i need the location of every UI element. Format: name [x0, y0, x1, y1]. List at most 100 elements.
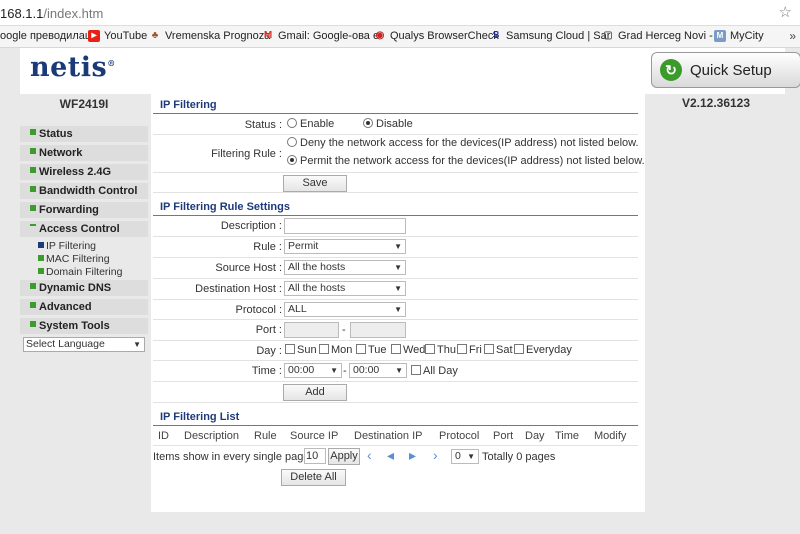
- checkbox-icon: [391, 344, 401, 355]
- bookmark-google-translate[interactable]: oogle преводилац: [0, 30, 91, 42]
- page-select[interactable]: 0 ▼: [451, 449, 479, 464]
- menu-label: Network: [39, 147, 83, 159]
- quick-setup-button[interactable]: ↻ Quick Setup: [651, 52, 800, 88]
- column-header-protocol: Protocol: [439, 430, 480, 442]
- select-value: 0: [455, 450, 461, 462]
- protocol-select[interactable]: ALL ▼: [284, 302, 406, 317]
- column-header-port: Port: [493, 430, 514, 442]
- list-header-row: ID Description Rule Source IP Destinatio…: [153, 426, 638, 446]
- bookmark-label: MyCity: [730, 30, 764, 42]
- bookmark-samsung[interactable]: S Samsung Cloud | Sar: [490, 30, 611, 42]
- address-bar[interactable]: 168.1.1/index.htm ☆: [0, 0, 800, 26]
- checkbox-label: Mon: [331, 344, 353, 356]
- bookmark-mycity[interactable]: M MyCity: [714, 30, 764, 42]
- menu-label: Bandwidth Control: [39, 185, 138, 197]
- select-value: ALL: [288, 303, 307, 315]
- column-header-id: ID: [158, 430, 169, 442]
- youtube-icon: ▸: [88, 30, 100, 42]
- url-text[interactable]: 168.1.1/index.htm: [0, 6, 103, 21]
- sidebar-item-advanced[interactable]: Advanced: [20, 299, 148, 315]
- bookmark-youtube[interactable]: ▸ YouTube: [88, 30, 147, 42]
- sidebar-item-bandwidth-control[interactable]: Bandwidth Control: [20, 183, 148, 199]
- column-header-description: Description: [184, 430, 240, 442]
- destination-host-select[interactable]: All the hosts ▼: [284, 281, 406, 296]
- port-end-input[interactable]: [350, 322, 406, 338]
- checkbox-icon: [356, 344, 366, 355]
- checkbox-icon: [285, 344, 295, 355]
- bookmark-qualys[interactable]: ◉ Qualys BrowserCheck: [374, 30, 499, 42]
- add-button[interactable]: Add: [283, 384, 347, 401]
- next-page-icon[interactable]: ▸: [409, 447, 416, 464]
- port-start-input[interactable]: [284, 322, 339, 338]
- sidebar-item-network[interactable]: Network: [20, 145, 148, 161]
- samsung-icon: S: [492, 30, 500, 41]
- language-select[interactable]: Select Language ▼: [23, 337, 145, 352]
- protocol-row: Protocol : ALL ▼: [153, 300, 638, 320]
- status-disable-radio[interactable]: Disable: [363, 118, 413, 130]
- checkbox-icon: [411, 365, 421, 376]
- checkbox-icon: [319, 344, 329, 355]
- sidebar-item-domain-filtering[interactable]: Domain Filtering: [38, 266, 122, 279]
- day-thu-checkbox[interactable]: Thu: [425, 344, 456, 356]
- sidebar-item-wireless[interactable]: Wireless 2.4G: [20, 164, 148, 180]
- day-row: Day : Sun Mon Tue Wed Thu Fri Sat Everyd…: [153, 341, 638, 361]
- day-fri-checkbox[interactable]: Fri: [457, 344, 482, 356]
- logo-text: netis: [30, 52, 108, 83]
- time-separator: -: [343, 365, 347, 377]
- protocol-label: Protocol :: [235, 304, 282, 316]
- page-icon: ▢: [603, 30, 613, 41]
- sidebar-item-dynamic-dns[interactable]: Dynamic DNS: [20, 280, 148, 296]
- first-page-icon[interactable]: ‹: [367, 447, 372, 463]
- menu-label: Domain Filtering: [46, 266, 123, 278]
- bookmark-gmail[interactable]: M Gmail: Google-ова е: [262, 30, 379, 42]
- bookmark-label: oogle преводилац: [0, 30, 92, 42]
- time-from-select[interactable]: 00:00 ▼: [284, 363, 342, 378]
- sidebar-item-forwarding[interactable]: Forwarding: [20, 202, 148, 218]
- bullet-icon: [30, 167, 36, 174]
- sidebar-item-ip-filtering[interactable]: IP Filtering: [38, 240, 96, 253]
- day-wed-checkbox[interactable]: Wed: [391, 344, 425, 356]
- checkbox-icon: [484, 344, 494, 355]
- menu-label: Access Control: [39, 223, 120, 235]
- delete-all-button[interactable]: Delete All: [281, 469, 346, 486]
- last-page-icon[interactable]: ›: [433, 447, 438, 463]
- day-sun-checkbox[interactable]: Sun: [285, 344, 317, 356]
- rule-select[interactable]: Permit ▼: [284, 239, 406, 254]
- sidebar-item-access-control[interactable]: Access Control: [20, 221, 148, 237]
- prev-page-icon[interactable]: ◂: [387, 447, 394, 464]
- port-label: Port :: [255, 324, 282, 336]
- source-host-select[interactable]: All the hosts ▼: [284, 260, 406, 275]
- bookmark-star-icon[interactable]: ☆: [779, 3, 792, 21]
- bookmarks-overflow-icon[interactable]: »: [789, 29, 796, 43]
- dropdown-arrow-icon: ▼: [467, 452, 475, 461]
- description-input[interactable]: [284, 218, 406, 234]
- day-tue-checkbox[interactable]: Tue: [356, 344, 387, 356]
- page-size-input[interactable]: 10: [304, 448, 326, 464]
- radio-selected-icon: [363, 118, 373, 129]
- destination-host-label: Destination Host :: [195, 283, 282, 295]
- apply-button[interactable]: Apply: [328, 448, 360, 465]
- day-mon-checkbox[interactable]: Mon: [319, 344, 352, 356]
- bookmark-weather[interactable]: ♣ Vremenska Prognoza: [149, 30, 271, 42]
- sidebar-item-mac-filtering[interactable]: MAC Filtering: [38, 253, 110, 266]
- rule-label: Rule :: [253, 241, 282, 253]
- status-enable-radio[interactable]: Enable: [287, 118, 334, 130]
- bookmark-herceg-novi[interactable]: ▢ Grad Herceg Novi - V: [602, 30, 723, 42]
- rule-deny-radio[interactable]: Deny the network access for the devices(…: [287, 137, 639, 149]
- select-value: All the hosts: [288, 261, 346, 273]
- day-everyday-checkbox[interactable]: Everyday: [514, 344, 572, 356]
- checkbox-icon: [425, 344, 435, 355]
- add-row: Add: [153, 382, 638, 403]
- day-sat-checkbox[interactable]: Sat: [484, 344, 513, 356]
- save-button[interactable]: Save: [283, 175, 347, 192]
- section-divider: [153, 113, 638, 114]
- bookmark-label: Vremenska Prognoza: [165, 30, 271, 42]
- sidebar-item-status[interactable]: Status: [20, 126, 148, 142]
- port-row: Port : -: [153, 320, 638, 341]
- save-row: Save: [153, 173, 638, 193]
- sidebar-item-system-tools[interactable]: System Tools: [20, 318, 148, 334]
- rule-permit-radio[interactable]: Permit the network access for the device…: [287, 155, 645, 167]
- all-day-checkbox[interactable]: All Day: [411, 365, 458, 377]
- radio-label: Deny the network access for the devices(…: [300, 137, 639, 149]
- time-to-select[interactable]: 00:00 ▼: [349, 363, 407, 378]
